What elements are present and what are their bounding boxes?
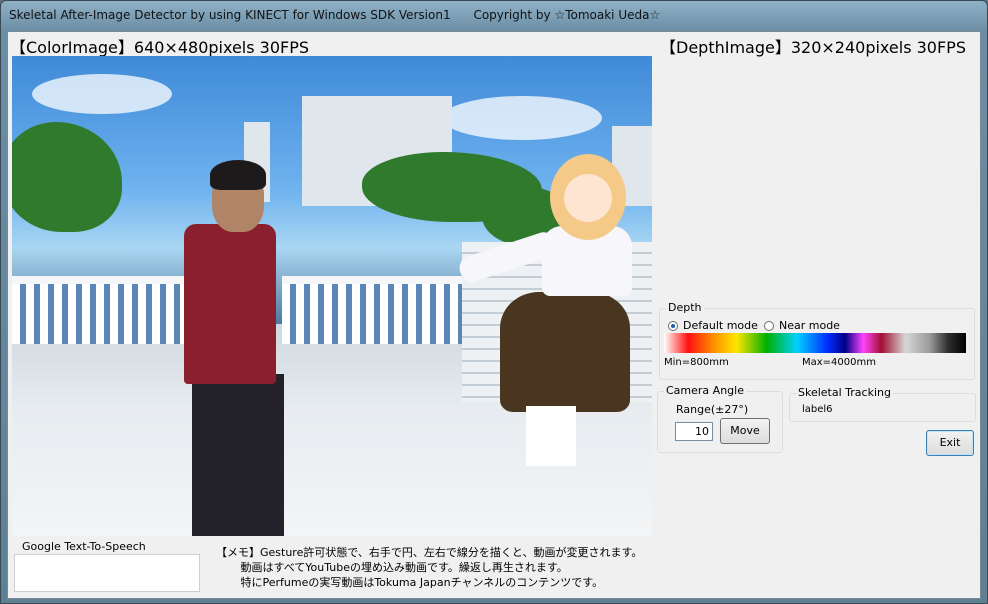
balustrade xyxy=(282,276,482,344)
memo-line: 動画はすべてYouTubeの埋め込み動画です。繰返し再生されます。 xyxy=(216,561,568,574)
avatar-legs xyxy=(526,406,576,466)
skeletal-tracking-value: label6 xyxy=(802,404,833,415)
skeletal-tracking-group: Skeletal Tracking label6 xyxy=(789,386,976,422)
camera-angle-group: Camera Angle Range(±27°) 10 Move xyxy=(657,384,783,453)
default-mode-radio[interactable]: Default mode xyxy=(668,319,758,332)
near-mode-radio[interactable]: Near mode xyxy=(764,319,840,332)
near-mode-label: Near mode xyxy=(779,319,840,332)
cloud xyxy=(442,96,602,140)
avatar-face xyxy=(564,174,612,222)
range-label: Range(±27°) xyxy=(676,403,749,416)
memo-text: 【メモ】Gesture許可状態で、右手で円、左右で線分を描くと、動画が変更されま… xyxy=(216,545,642,590)
app-window: Skeletal After-Image Detector by using K… xyxy=(0,0,988,604)
client-area: 【ColorImage】640×480pixels 30FPS 【DepthIm… xyxy=(7,31,981,599)
title-bar[interactable]: Skeletal After-Image Detector by using K… xyxy=(1,1,987,31)
radio-unselected-icon xyxy=(764,320,774,331)
depth-group: Depth Default mode Near mode Min=800mm M… xyxy=(659,301,975,380)
move-button[interactable]: Move xyxy=(720,418,770,444)
person-legs xyxy=(192,374,284,536)
window-title: Skeletal After-Image Detector by using K… xyxy=(9,8,661,22)
depth-group-title: Depth xyxy=(666,301,704,314)
color-image-label: 【ColorImage】640×480pixels 30FPS xyxy=(10,38,310,57)
depth-color-scale xyxy=(664,333,966,353)
memo-line: 【メモ】Gesture許可状態で、右手で円、左右で線分を描くと、動画が変更されま… xyxy=(216,546,643,559)
speech-title: Google Text-To-Speech xyxy=(20,540,148,553)
camera-angle-input[interactable]: 10 xyxy=(675,422,713,441)
person-body xyxy=(184,224,276,384)
color-image-view xyxy=(12,56,652,536)
person-hair xyxy=(210,160,266,190)
depth-image-label: 【DepthImage】320×240pixels 30FPS xyxy=(660,38,966,57)
balustrade xyxy=(12,276,192,344)
avatar-dress xyxy=(500,292,630,412)
camera-angle-title: Camera Angle xyxy=(664,384,746,397)
memo-line: 特にPerfumeの実写動画はTokuma Japanチャンネルのコンテンツです… xyxy=(216,576,604,589)
cloud xyxy=(32,74,172,114)
depth-max-label: Max=4000mm xyxy=(802,357,876,368)
skeletal-tracking-title: Skeletal Tracking xyxy=(796,386,893,399)
radio-selected-icon xyxy=(668,320,678,331)
depth-min-label: Min=800mm xyxy=(664,357,729,368)
exit-button[interactable]: Exit xyxy=(926,430,974,456)
default-mode-label: Default mode xyxy=(683,319,758,332)
speech-group: Google Text-To-Speech xyxy=(14,540,200,592)
speech-textbox[interactable] xyxy=(14,554,200,592)
